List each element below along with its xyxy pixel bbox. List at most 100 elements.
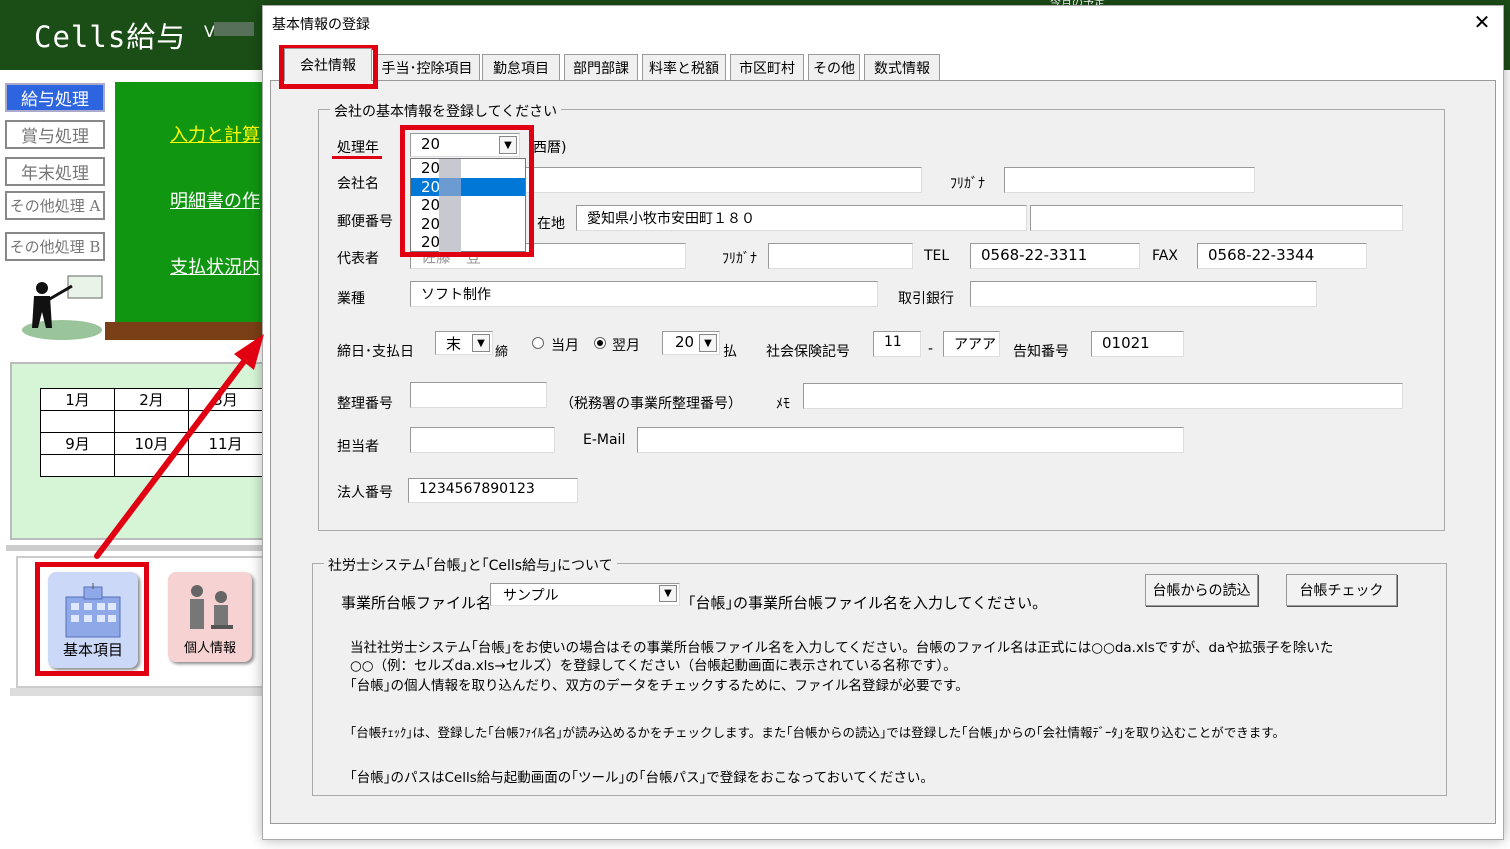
read-ledger-button[interactable]: 台帳からの読込 xyxy=(1145,574,1258,606)
seiri-label: 整理番号 xyxy=(337,396,393,412)
cal-cell xyxy=(114,454,189,477)
corp-no-input[interactable]: 1234567890123 xyxy=(408,478,578,503)
cal-cell: 3月 xyxy=(188,388,263,411)
cal-cell: 1月 xyxy=(40,388,115,411)
ledger-group-title: 社労士システム｢台帳｣と｢Cells給与｣について xyxy=(324,555,617,575)
cal-cell xyxy=(114,410,189,433)
ledger-note: ｢台帳ﾁｪｯｸ｣は、登録した｢台帳ﾌｧｲﾙ名｣が読み込めるかをチェックします。ま… xyxy=(350,725,1286,740)
company-kana-input[interactable] xyxy=(1004,167,1255,193)
ledger-note: ○○（例：セルズda.xls→セルズ）を登録してください（台帳起動画面に表示され… xyxy=(350,658,957,674)
label-underline xyxy=(332,156,382,159)
dropdown-option[interactable]: 20 xyxy=(411,233,525,252)
tab-department[interactable]: 部門部課 xyxy=(564,54,638,80)
tanto-label: 担当者 xyxy=(337,439,379,455)
sidebar-item-salary[interactable]: 給与処理 xyxy=(5,83,105,112)
tab-attendance[interactable]: 勤怠項目 xyxy=(482,54,560,80)
seiri-input[interactable] xyxy=(410,382,547,408)
ledger-file-combo[interactable]: サンプル ▼ xyxy=(490,583,680,606)
radio-this-month[interactable] xyxy=(532,337,544,349)
highlight-kihon xyxy=(35,562,149,676)
cal-cell: 10月 xyxy=(114,432,189,455)
tab-company-info[interactable]: 会社情報 xyxy=(284,48,372,81)
tab-other[interactable]: その他 xyxy=(808,54,860,80)
payday-suffix: 払 xyxy=(723,344,737,360)
insurance-label: 社会保険記号 xyxy=(766,344,850,360)
corp-no-label: 法人番号 xyxy=(337,485,393,501)
insurance1-input[interactable]: 11 xyxy=(873,331,921,357)
company-kana-label: ﾌﾘｶﾞﾅ xyxy=(950,176,985,192)
cal-cell: 9月 xyxy=(40,432,115,455)
company-name-label: 会社名 xyxy=(337,176,379,192)
rep-label: 代表者 xyxy=(337,251,379,267)
ledger-note: ｢台帳｣のパスはCells給与起動画面の｢ツール｣の｢台帳パス｣で登録をおこなっ… xyxy=(350,770,934,786)
link-payment-status[interactable]: 支払状況内 xyxy=(170,253,260,279)
tel-input[interactable]: 0568-22-3311 xyxy=(970,243,1140,269)
chevron-down-icon[interactable]: ▼ xyxy=(472,334,490,352)
sidebar-item-other-a[interactable]: その他処理 A xyxy=(5,191,105,220)
teacher-illustration xyxy=(22,275,103,340)
closing-suffix: 締 xyxy=(495,345,509,360)
address-label: 在地 xyxy=(537,216,565,232)
ledger-note: 当社社労士システム｢台帳｣をお使いの場合はその事業所台帳ファイル名を入力してくだ… xyxy=(350,640,1334,656)
address2-input[interactable] xyxy=(1030,205,1403,231)
tab-municipality[interactable]: 市区町村 xyxy=(730,54,804,80)
link-statement[interactable]: 明細書の作 xyxy=(170,187,260,213)
dropdown-option-selected[interactable]: 20 xyxy=(411,177,525,196)
ledger-note: ｢台帳｣の個人情報を取り込んだり、双方のデータをチェックするために、ファイル名登… xyxy=(350,678,969,694)
email-input[interactable] xyxy=(637,427,1184,453)
dropdown-option[interactable]: 20 xyxy=(411,196,525,215)
memo-input[interactable] xyxy=(803,383,1403,409)
closing-combo[interactable]: 末 ▼ xyxy=(435,331,493,355)
cal-cell: 2月 xyxy=(114,388,189,411)
sidebar-item-bonus[interactable]: 賞与処理 xyxy=(5,120,105,149)
dropdown-option[interactable]: 20 xyxy=(411,214,525,233)
address1-input[interactable]: 愛知県小牧市安田町１８０ xyxy=(576,205,1027,231)
kojin-button[interactable]: 個人情報 xyxy=(168,572,252,662)
tab-rates[interactable]: 料率と税額 xyxy=(642,54,726,80)
payday-combo[interactable]: 20 ▼ xyxy=(662,331,720,355)
tanto-input[interactable] xyxy=(410,427,555,453)
cal-cell xyxy=(40,454,115,477)
fax-input[interactable]: 0568-22-3344 xyxy=(1197,243,1367,269)
industry-label: 業種 xyxy=(337,291,365,307)
chevron-down-icon[interactable]: ▼ xyxy=(659,585,677,602)
fax-label: FAX xyxy=(1152,248,1178,264)
tab-formula[interactable]: 数式情報 xyxy=(864,54,940,80)
ledger-file-hint: ｢台帳｣の事業所台帳ファイル名を入力してください。 xyxy=(688,594,1048,612)
radio-next-month-label: 翌月 xyxy=(612,338,640,354)
rep-kana-input[interactable] xyxy=(768,243,913,269)
dropdown-option[interactable]: 20 xyxy=(411,159,525,178)
cal-cell xyxy=(188,454,263,477)
calendar-table: 1月 2月 3月 9月 10月 11月 xyxy=(40,388,263,477)
bank-input[interactable] xyxy=(970,281,1317,307)
link-input-calc[interactable]: 入力と計算 xyxy=(170,121,260,147)
check-ledger-button[interactable]: 台帳チェック xyxy=(1286,574,1397,606)
cal-cell xyxy=(40,410,115,433)
year-dropdown-list: 20 20 20 20 20 xyxy=(410,158,526,252)
industry-input[interactable]: ソフト制作 xyxy=(410,281,878,307)
tab-allowance[interactable]: 手当･控除項目 xyxy=(374,54,480,80)
radio-next-month[interactable] xyxy=(594,337,606,349)
divider xyxy=(6,545,266,551)
sidebar-item-other-b[interactable]: その他処理 B xyxy=(5,232,105,261)
payday-value: 20 xyxy=(675,333,695,351)
kojin-button-label: 個人情報 xyxy=(183,641,236,656)
memo-label: ﾒﾓ xyxy=(776,396,790,412)
ledger-file-value: サンプル xyxy=(503,588,559,604)
close-icon[interactable]: ✕ xyxy=(1470,10,1494,34)
divider xyxy=(10,688,265,696)
cal-cell: 11月 xyxy=(188,432,263,455)
closing-label: 締日･支払日 xyxy=(337,344,414,360)
closing-value: 末 xyxy=(446,335,462,353)
sidebar-item-yearend[interactable]: 年末処理 xyxy=(5,157,105,186)
insurance2-input[interactable]: アアア xyxy=(943,331,1000,357)
version-redacted xyxy=(214,22,254,36)
seiri-hint: （税務署の事業所整理番号） xyxy=(560,396,742,412)
app-title: Cells給与 xyxy=(34,20,187,54)
year-label: 処理年 xyxy=(337,140,379,156)
notice-label: 告知番号 xyxy=(1013,344,1069,360)
rep-kana-label: ﾌﾘｶﾞﾅ xyxy=(722,251,757,267)
notice-input[interactable]: 01021 xyxy=(1091,331,1184,357)
ledger-file-label: 事業所台帳ファイル名 xyxy=(341,594,492,612)
chevron-down-icon[interactable]: ▼ xyxy=(699,334,717,352)
